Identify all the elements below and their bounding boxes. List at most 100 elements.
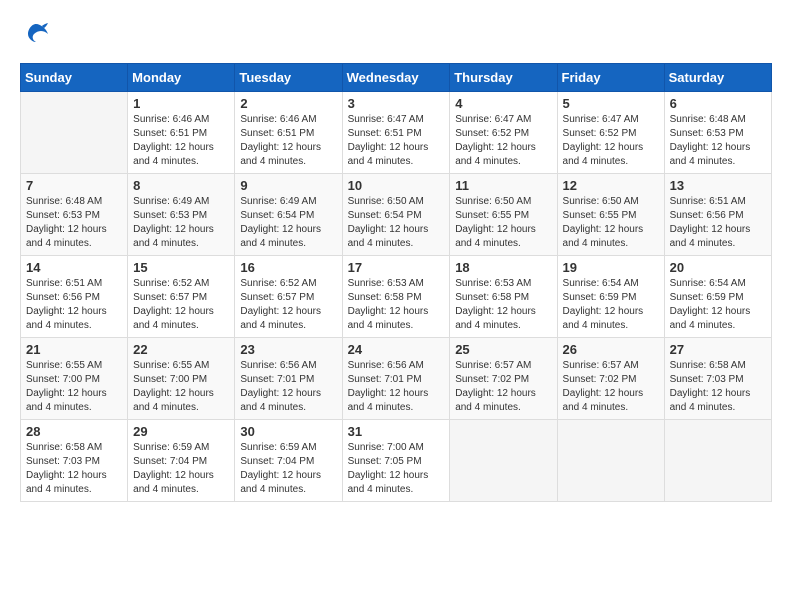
calendar-day-cell: 7 Sunrise: 6:48 AM Sunset: 6:53 PM Daylig… [21, 174, 128, 256]
calendar-day-cell: 30 Sunrise: 6:59 AM Sunset: 7:04 PM Dayli… [235, 420, 342, 502]
calendar-day-cell: 9 Sunrise: 6:49 AM Sunset: 6:54 PM Daylig… [235, 174, 342, 256]
calendar-day-cell: 1 Sunrise: 6:46 AM Sunset: 6:51 PM Daylig… [128, 92, 235, 174]
calendar-day-cell: 27 Sunrise: 6:58 AM Sunset: 7:03 PM Dayli… [664, 338, 771, 420]
calendar-day-cell: 26 Sunrise: 6:57 AM Sunset: 7:02 PM Dayli… [557, 338, 664, 420]
calendar-week-row: 1 Sunrise: 6:46 AM Sunset: 6:51 PM Daylig… [21, 92, 772, 174]
day-info: Sunrise: 6:54 AM Sunset: 6:59 PM Dayligh… [670, 277, 766, 333]
calendar-day-cell: 25 Sunrise: 6:57 AM Sunset: 7:02 PM Dayli… [450, 338, 557, 420]
day-number: 29 [133, 424, 229, 439]
calendar-day-cell: 29 Sunrise: 6:59 AM Sunset: 7:04 PM Dayli… [128, 420, 235, 502]
day-info: Sunrise: 6:54 AM Sunset: 6:59 PM Dayligh… [563, 277, 659, 333]
calendar-week-row: 7 Sunrise: 6:48 AM Sunset: 6:53 PM Daylig… [21, 174, 772, 256]
day-info: Sunrise: 6:51 AM Sunset: 6:56 PM Dayligh… [26, 277, 122, 333]
logo-bird-icon [22, 20, 50, 48]
day-info: Sunrise: 6:56 AM Sunset: 7:01 PM Dayligh… [348, 359, 445, 415]
calendar-header-row: SundayMondayTuesdayWednesdayThursdayFrid… [21, 64, 772, 92]
day-info: Sunrise: 6:57 AM Sunset: 7:02 PM Dayligh… [563, 359, 659, 415]
day-number: 18 [455, 260, 551, 275]
day-info: Sunrise: 6:58 AM Sunset: 7:03 PM Dayligh… [670, 359, 766, 415]
calendar-day-cell: 20 Sunrise: 6:54 AM Sunset: 6:59 PM Dayli… [664, 256, 771, 338]
day-number: 13 [670, 178, 766, 193]
calendar-day-cell: 19 Sunrise: 6:54 AM Sunset: 6:59 PM Dayli… [557, 256, 664, 338]
day-number: 27 [670, 342, 766, 357]
day-number: 11 [455, 178, 551, 193]
calendar-day-cell: 18 Sunrise: 6:53 AM Sunset: 6:58 PM Dayli… [450, 256, 557, 338]
day-info: Sunrise: 6:53 AM Sunset: 6:58 PM Dayligh… [455, 277, 551, 333]
day-number: 1 [133, 96, 229, 111]
day-number: 15 [133, 260, 229, 275]
calendar-day-cell [664, 420, 771, 502]
calendar-table: SundayMondayTuesdayWednesdayThursdayFrid… [20, 63, 772, 502]
day-number: 14 [26, 260, 122, 275]
day-number: 17 [348, 260, 445, 275]
day-info: Sunrise: 6:51 AM Sunset: 6:56 PM Dayligh… [670, 195, 766, 251]
day-number: 31 [348, 424, 445, 439]
day-info: Sunrise: 6:49 AM Sunset: 6:53 PM Dayligh… [133, 195, 229, 251]
calendar-header-cell: Tuesday [235, 64, 342, 92]
calendar-body: 1 Sunrise: 6:46 AM Sunset: 6:51 PM Daylig… [21, 92, 772, 502]
day-number: 9 [240, 178, 336, 193]
day-number: 7 [26, 178, 122, 193]
calendar-day-cell: 28 Sunrise: 6:58 AM Sunset: 7:03 PM Dayli… [21, 420, 128, 502]
day-info: Sunrise: 6:56 AM Sunset: 7:01 PM Dayligh… [240, 359, 336, 415]
calendar-day-cell: 11 Sunrise: 6:50 AM Sunset: 6:55 PM Dayli… [450, 174, 557, 256]
day-info: Sunrise: 6:50 AM Sunset: 6:54 PM Dayligh… [348, 195, 445, 251]
calendar-header-cell: Friday [557, 64, 664, 92]
calendar-day-cell: 16Sunrise: 6:52 AM Sunset: 6:57 PM Dayli… [235, 256, 342, 338]
day-info: Sunrise: 6:55 AM Sunset: 7:00 PM Dayligh… [26, 359, 122, 415]
day-info: Sunrise: 6:59 AM Sunset: 7:04 PM Dayligh… [133, 441, 229, 497]
day-number: 20 [670, 260, 766, 275]
calendar-day-cell: 13 Sunrise: 6:51 AM Sunset: 6:56 PM Dayli… [664, 174, 771, 256]
day-number: 30 [240, 424, 336, 439]
day-info: Sunrise: 6:57 AM Sunset: 7:02 PM Dayligh… [455, 359, 551, 415]
calendar-week-row: 21 Sunrise: 6:55 AM Sunset: 7:00 PM Dayli… [21, 338, 772, 420]
day-number: 21 [26, 342, 122, 357]
day-number: 24 [348, 342, 445, 357]
day-number: 8 [133, 178, 229, 193]
day-info: Sunrise: 6:47 AM Sunset: 6:51 PM Dayligh… [348, 113, 445, 169]
calendar-header-cell: Thursday [450, 64, 557, 92]
calendar-day-cell: 22 Sunrise: 6:55 AM Sunset: 7:00 PM Dayli… [128, 338, 235, 420]
day-info: Sunrise: 6:59 AM Sunset: 7:04 PM Dayligh… [240, 441, 336, 497]
calendar-day-cell: 4Sunrise: 6:47 AM Sunset: 6:52 PM Daylig… [450, 92, 557, 174]
day-info: Sunrise: 6:46 AM Sunset: 6:51 PM Dayligh… [133, 113, 229, 169]
calendar-day-cell: 8 Sunrise: 6:49 AM Sunset: 6:53 PM Daylig… [128, 174, 235, 256]
calendar-day-cell [557, 420, 664, 502]
calendar-day-cell: 24 Sunrise: 6:56 AM Sunset: 7:01 PM Dayli… [342, 338, 450, 420]
day-number: 22 [133, 342, 229, 357]
calendar-week-row: 14 Sunrise: 6:51 AM Sunset: 6:56 PM Dayli… [21, 256, 772, 338]
day-number: 19 [563, 260, 659, 275]
day-info: Sunrise: 6:52 AM Sunset: 6:57 PM Dayligh… [240, 277, 336, 333]
day-info: Sunrise: 6:50 AM Sunset: 6:55 PM Dayligh… [455, 195, 551, 251]
day-info: Sunrise: 6:55 AM Sunset: 7:00 PM Dayligh… [133, 359, 229, 415]
day-number: 25 [455, 342, 551, 357]
page-header [20, 20, 772, 53]
day-info: Sunrise: 6:58 AM Sunset: 7:03 PM Dayligh… [26, 441, 122, 497]
calendar-day-cell: 17 Sunrise: 6:53 AM Sunset: 6:58 PM Dayli… [342, 256, 450, 338]
calendar-day-cell: 6Sunrise: 6:48 AM Sunset: 6:53 PM Daylig… [664, 92, 771, 174]
day-info: Sunrise: 6:48 AM Sunset: 6:53 PM Dayligh… [26, 195, 122, 251]
calendar-header-cell: Saturday [664, 64, 771, 92]
calendar-day-cell [21, 92, 128, 174]
day-info: Sunrise: 6:53 AM Sunset: 6:58 PM Dayligh… [348, 277, 445, 333]
calendar-day-cell: 23Sunrise: 6:56 AM Sunset: 7:01 PM Dayli… [235, 338, 342, 420]
logo [20, 20, 50, 53]
day-info: Sunrise: 6:49 AM Sunset: 6:54 PM Dayligh… [240, 195, 336, 251]
calendar-day-cell: 21 Sunrise: 6:55 AM Sunset: 7:00 PM Dayli… [21, 338, 128, 420]
calendar-day-cell: 12Sunrise: 6:50 AM Sunset: 6:55 PM Dayli… [557, 174, 664, 256]
day-info: Sunrise: 7:00 AM Sunset: 7:05 PM Dayligh… [348, 441, 445, 497]
calendar-day-cell: 5Sunrise: 6:47 AM Sunset: 6:52 PM Daylig… [557, 92, 664, 174]
calendar-day-cell: 2Sunrise: 6:46 AM Sunset: 6:51 PM Daylig… [235, 92, 342, 174]
day-number: 26 [563, 342, 659, 357]
day-number: 4 [455, 96, 551, 111]
day-number: 2 [240, 96, 336, 111]
calendar-header-cell: Sunday [21, 64, 128, 92]
calendar-day-cell: 3Sunrise: 6:47 AM Sunset: 6:51 PM Daylig… [342, 92, 450, 174]
calendar-day-cell: 10 Sunrise: 6:50 AM Sunset: 6:54 PM Dayli… [342, 174, 450, 256]
day-info: Sunrise: 6:47 AM Sunset: 6:52 PM Dayligh… [563, 113, 659, 169]
calendar-header-cell: Monday [128, 64, 235, 92]
day-number: 10 [348, 178, 445, 193]
day-number: 28 [26, 424, 122, 439]
calendar-day-cell [450, 420, 557, 502]
day-info: Sunrise: 6:52 AM Sunset: 6:57 PM Dayligh… [133, 277, 229, 333]
